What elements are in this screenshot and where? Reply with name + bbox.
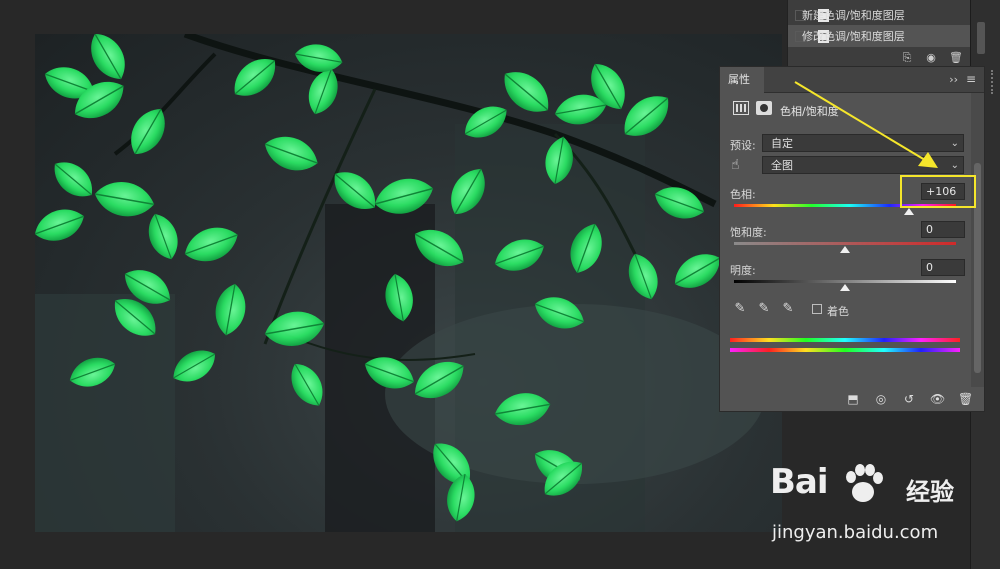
view-previous-icon[interactable]: ◎ — [874, 392, 888, 406]
hue-label: 色相: — [730, 188, 756, 201]
leaf-photo — [35, 34, 765, 532]
canvas-image[interactable] — [35, 34, 782, 532]
watermark-suffix: 经验 — [906, 478, 954, 506]
history-toolbar: ⎘ ◉ 🗑 — [788, 48, 971, 68]
paw-icon — [846, 464, 883, 502]
eyedropper-minus-icon[interactable]: ✎ — [780, 301, 796, 317]
baidu-watermark: Bai 经验 jingyan.baidu.com — [770, 462, 970, 552]
adjustment-title: 色相/饱和度 — [780, 105, 839, 118]
lightness-label: 明度: — [730, 264, 756, 277]
preset-label: 预设: — [730, 139, 756, 152]
panel-menu-icon[interactable]: ≡ — [966, 72, 976, 86]
eyedropper-plus-icon[interactable]: ✎ — [756, 301, 772, 317]
chevron-down-icon: ⌄ — [950, 160, 959, 171]
panel-grip[interactable] — [991, 70, 997, 94]
preset-dropdown[interactable]: 自定 ⌄ — [762, 134, 964, 152]
clip-to-layer-icon[interactable]: ⬒ — [846, 392, 860, 406]
colorize-checkbox[interactable] — [812, 304, 822, 314]
hand-tool-icon[interactable]: ☝ — [731, 157, 740, 173]
preset-value: 自定 — [771, 137, 793, 150]
lightness-slider-thumb[interactable] — [840, 284, 850, 291]
history-item[interactable]: 新建色调/饱和度图层 — [788, 4, 971, 26]
saturation-slider-thumb[interactable] — [840, 246, 850, 253]
visibility-eye-icon[interactable]: 👁 — [930, 392, 945, 406]
watermark-logo-text: Bai — [770, 462, 829, 502]
hue-slider-thumb[interactable] — [904, 208, 915, 215]
history-item-label: 新建色调/饱和度图层 — [802, 9, 905, 22]
colorize-label: 着色 — [827, 305, 849, 318]
chevron-down-icon: ⌄ — [950, 138, 959, 149]
channel-value: 全图 — [771, 159, 793, 172]
scrollbar-thumb[interactable] — [977, 22, 985, 54]
watermark-url: jingyan.baidu.com — [772, 522, 939, 543]
eyedropper-icon[interactable]: ✎ — [732, 301, 748, 317]
trash-icon[interactable]: 🗑 — [949, 52, 963, 64]
saturation-label: 饱和度: — [730, 226, 767, 239]
lightness-slider-track[interactable] — [734, 280, 956, 283]
properties-scrollbar[interactable] — [971, 93, 984, 387]
history-panel: 新建色调/饱和度图层 修改色调/饱和度图层 ⎘ ◉ 🗑 — [787, 0, 971, 68]
channel-dropdown[interactable]: 全图 ⌄ — [762, 156, 964, 174]
saturation-slider-track[interactable] — [734, 242, 956, 245]
lightness-input[interactable]: 0 — [921, 259, 965, 276]
properties-footer: ⬒ ◎ ↺ 👁 🗑 — [720, 387, 984, 411]
trash-icon[interactable]: 🗑 — [958, 392, 973, 406]
layer-mask-icon[interactable] — [756, 101, 772, 115]
saturation-input[interactable]: 0 — [921, 221, 965, 238]
collapse-icon[interactable]: ›› — [949, 73, 958, 86]
hue-spectrum-bar — [730, 338, 960, 342]
history-item-label: 修改色调/饱和度图层 — [802, 30, 905, 43]
camera-icon[interactable]: ◉ — [925, 52, 937, 64]
tab-properties[interactable]: 属性 — [720, 67, 764, 93]
properties-header: 属性 ›› ≡ — [720, 67, 984, 93]
hue-value-highlight — [900, 175, 976, 208]
reset-icon[interactable]: ↺ — [902, 392, 916, 406]
new-document-icon[interactable]: ⎘ — [901, 52, 913, 64]
history-item-selected[interactable]: 修改色调/饱和度图层 — [788, 25, 971, 47]
hue-saturation-adjustment-icon[interactable] — [733, 101, 749, 115]
properties-panel: 属性 ›› ≡ 色相/饱和度 预设: 自定 ⌄ ☝ 全图 ⌄ 色相: +106 … — [719, 66, 985, 412]
shifted-spectrum-bar — [730, 348, 960, 352]
